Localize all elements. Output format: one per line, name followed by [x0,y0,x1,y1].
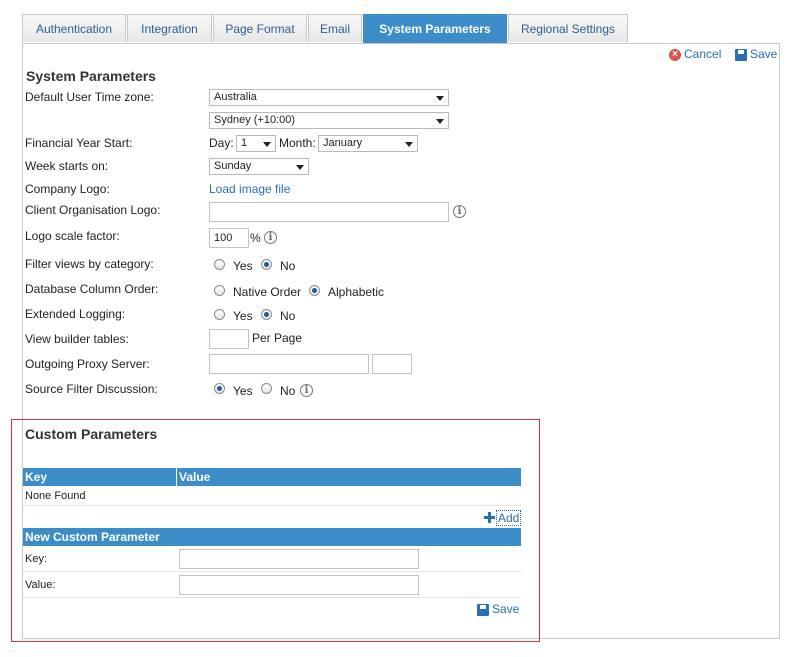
logo-scale-label: Logo scale factor: [25,229,120,243]
extended-logging-yes-label: Yes [233,309,253,323]
alphabetic-label: Alphabetic [328,285,385,299]
cancel-icon: × [669,49,681,61]
tab-page-format[interactable]: Page Format [213,14,307,42]
day-value: 1 [241,137,248,149]
tab-authentication[interactable]: Authentication [22,14,126,42]
month-value: January [323,137,363,149]
info-icon[interactable]: i [300,384,313,397]
cancel-button[interactable]: Cancel [684,47,721,61]
native-order-radio[interactable] [214,285,225,296]
extended-logging-label: Extended Logging: [25,307,126,321]
db-column-order-label: Database Column Order: [25,282,159,296]
proxy-port-input[interactable] [372,354,412,374]
timezone-city-select[interactable]: Sydney (+10:00) [209,112,449,129]
alphabetic-radio[interactable] [309,285,320,296]
new-parameter-header: New Custom Parameter [23,528,521,546]
client-logo-label: Client Organisation Logo: [25,203,161,217]
save-button[interactable]: Save [750,47,777,61]
source-filter-yes-label: Yes [233,384,253,398]
chevron-down-icon [296,165,304,170]
tab-integration[interactable]: Integration [127,14,212,42]
filter-views-yes-label: Yes [233,259,253,273]
proxy-label: Outgoing Proxy Server: [25,357,150,371]
day-label: Day: [209,136,234,150]
month-select[interactable]: January [318,135,418,152]
top-actions: × Cancel Save [669,47,799,65]
row-divider [23,571,521,572]
new-parameter-title: New Custom Parameter [25,530,160,544]
tab-regional-settings[interactable]: Regional Settings [508,14,628,42]
value-label: Value: [25,579,56,591]
tab-email[interactable]: Email [308,14,362,42]
timezone-region-select[interactable]: Australia [209,89,449,106]
key-input[interactable] [179,549,419,569]
chevron-down-icon [263,142,271,147]
view-builder-label: View builder tables: [25,332,129,346]
extended-logging-no-radio[interactable] [261,309,272,320]
tab-system-parameters[interactable]: System Parameters [363,14,507,44]
timezone-label: Default User Time zone: [25,90,154,104]
system-parameters-title: System Parameters [26,68,156,84]
proxy-host-input[interactable] [209,354,369,374]
chevron-down-icon [405,142,413,147]
info-icon[interactable]: i [264,231,277,244]
source-filter-no-radio[interactable] [261,383,272,394]
col-key-header: Key [25,470,48,484]
extended-logging-no-label: No [280,309,296,323]
custom-parameters-title: Custom Parameters [25,426,158,442]
chevron-down-icon [436,96,444,101]
source-filter-yes-radio[interactable] [214,383,225,394]
day-select[interactable]: 1 [236,135,276,152]
extended-logging-yes-radio[interactable] [214,309,225,320]
timezone-city-value: Sydney (+10:00) [214,114,296,126]
save-icon [735,49,747,61]
plus-icon [484,512,495,523]
month-label: Month: [279,136,316,150]
row-divider [23,505,521,506]
custom-save-button[interactable]: Save [492,602,519,616]
load-image-link[interactable]: Load image file [209,182,290,196]
view-builder-input[interactable] [209,329,249,349]
col-value-header: Value [179,470,211,484]
client-logo-input[interactable] [209,202,449,222]
percent-unit: % [250,231,261,245]
company-logo-label: Company Logo: [25,182,110,196]
week-start-value: Sunday [214,160,252,172]
filter-views-label: Filter views by category: [25,257,154,271]
row-divider [23,597,521,598]
financial-year-label: Financial Year Start: [25,136,133,150]
filter-views-yes-radio[interactable] [214,259,225,270]
week-start-select[interactable]: Sunday [209,158,309,175]
source-filter-no-label: No [280,384,296,398]
native-order-label: Native Order [233,285,302,299]
logo-scale-input[interactable]: 100 [209,228,249,248]
timezone-region-value: Australia [214,91,257,103]
add-parameter-button[interactable]: Add [496,510,522,526]
save-icon [477,604,489,616]
per-page-label: Per Page [252,331,303,345]
value-input[interactable] [179,575,419,595]
info-icon[interactable]: i [453,205,466,218]
filter-views-no-radio[interactable] [261,259,272,270]
week-start-label: Week starts on: [25,159,109,173]
filter-views-no-label: No [280,259,296,273]
key-label: Key: [25,553,48,565]
chevron-down-icon [436,119,444,124]
custom-table-header: Key Value [23,468,521,486]
empty-message: None Found [25,490,86,502]
source-filter-label: Source Filter Discussion: [25,382,158,396]
header-divider [176,468,177,486]
